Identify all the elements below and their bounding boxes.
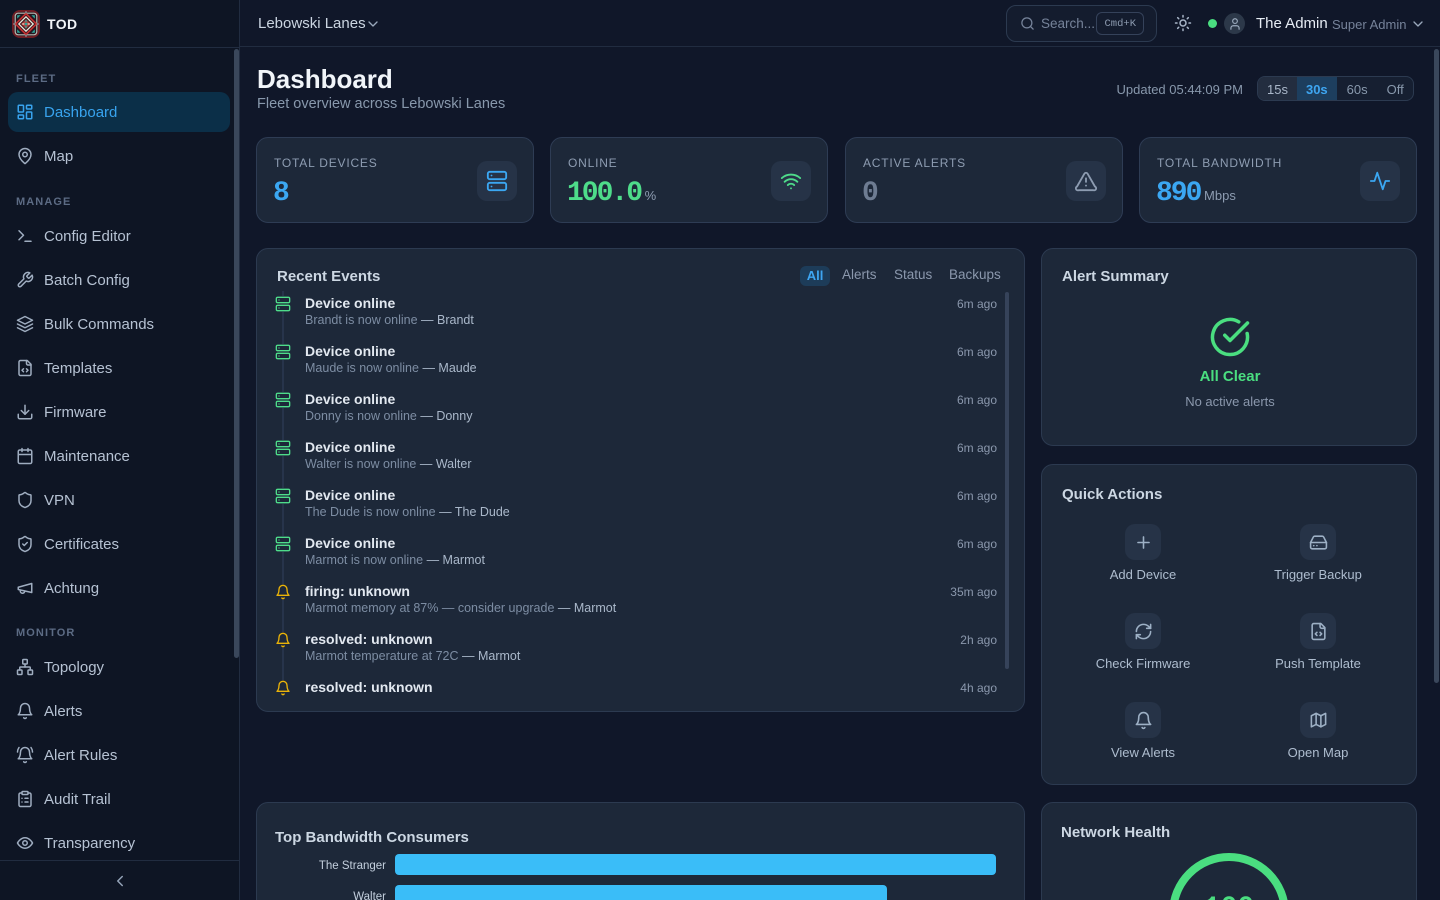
- svg-text:100: 100: [1204, 893, 1254, 900]
